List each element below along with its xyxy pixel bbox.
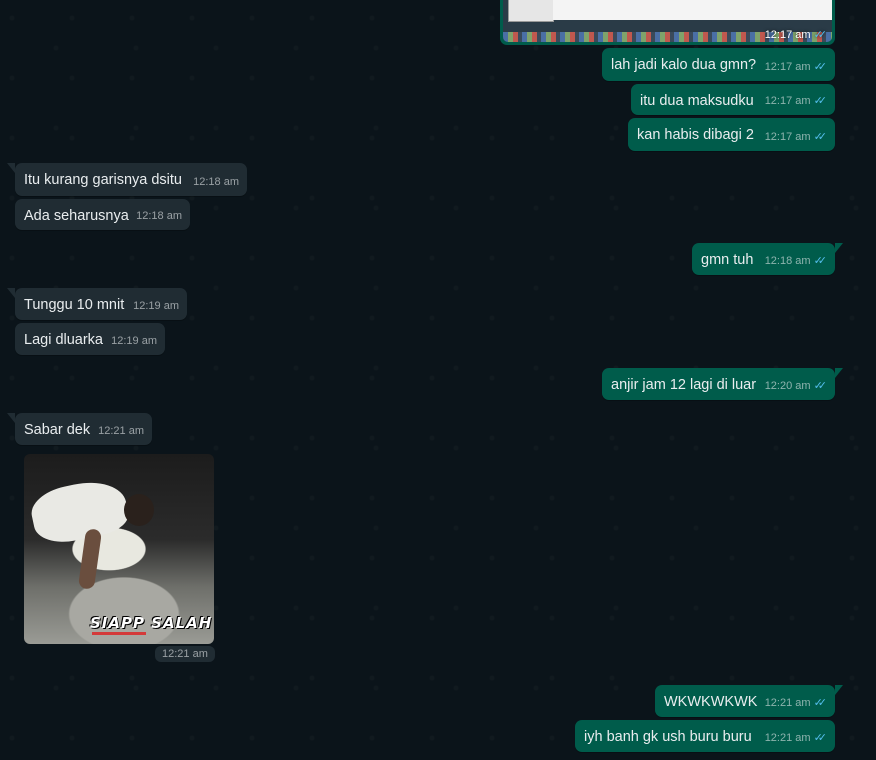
message-text: kan habis dibagi 2 xyxy=(637,127,754,143)
message-time: 12:17 am xyxy=(764,131,811,143)
sticker-time: 12:21 am xyxy=(155,646,215,662)
message-meta: 12:18 am xyxy=(136,206,182,226)
message-time: 12:17 am xyxy=(764,61,811,73)
message-meta: 12:18 am xyxy=(193,172,239,192)
message-text: Sabar dek xyxy=(24,422,91,438)
message-text: anjir jam 12 lagi di luar xyxy=(611,377,757,393)
outgoing-message[interactable]: gmn tuh 12:18 am ✓✓ xyxy=(692,243,843,275)
message-time: 12:18 am xyxy=(193,176,239,188)
message-text: itu dua maksudku xyxy=(640,93,754,109)
message-time: 12:18 am xyxy=(136,210,182,222)
message-meta: 12:21 am xyxy=(98,421,144,441)
message-text: Tunggu 10 mnit xyxy=(24,297,125,313)
message-time: 12:20 am xyxy=(764,380,811,392)
message-time: 12:17 am xyxy=(764,28,811,41)
message-meta: 12:17 am ✓✓ xyxy=(765,91,827,111)
message-text: WKWKWKWK xyxy=(664,694,758,710)
double-check-read-icon: ✓✓ xyxy=(813,380,828,392)
incoming-message[interactable]: Tunggu 10 mnit 12:19 am xyxy=(7,288,187,320)
document-thumbnail xyxy=(508,0,554,22)
message-text: lah jadi kalo dua gmn? xyxy=(611,57,757,73)
incoming-message[interactable]: Sabar dek 12:21 am xyxy=(7,413,152,445)
message-time: 12:19 am xyxy=(111,335,157,347)
sticker-figure-head xyxy=(124,494,154,526)
image-message[interactable]: 12:17 am ✓✓ xyxy=(500,0,835,45)
double-check-read-icon: ✓✓ xyxy=(813,131,828,143)
incoming-message[interactable]: Ada seharusnya 12:18 am xyxy=(15,199,190,230)
incoming-message[interactable]: Lagi dluarka 12:19 am xyxy=(15,323,165,355)
message-text: Lagi dluarka xyxy=(24,332,103,348)
double-check-read-icon: ✓✓ xyxy=(813,61,828,73)
outgoing-message[interactable]: lah jadi kalo dua gmn? 12:17 am ✓✓ xyxy=(602,48,835,81)
message-time: 12:21 am xyxy=(764,697,811,709)
double-check-read-icon: ✓✓ xyxy=(813,732,828,744)
message-text: iyh banh gk ush buru buru xyxy=(584,729,752,745)
message-time: 12:21 am xyxy=(98,425,144,437)
message-meta: 12:19 am xyxy=(133,296,179,316)
outgoing-message[interactable]: anjir jam 12 lagi di luar 12:20 am ✓✓ xyxy=(602,368,843,400)
double-check-read-icon: ✓✓ xyxy=(813,697,828,709)
message-text: gmn tuh xyxy=(701,252,754,268)
message-time: 12:18 am xyxy=(764,255,811,267)
outgoing-message[interactable]: kan habis dibagi 2 12:17 am ✓✓ xyxy=(628,118,835,151)
message-text: Ada seharusnya xyxy=(24,208,129,224)
sticker-caption: SIAPP SALAH xyxy=(90,614,213,632)
message-meta: 12:21 am ✓✓ xyxy=(765,693,827,713)
outgoing-message[interactable]: iyh banh gk ush buru buru 12:21 am ✓✓ xyxy=(575,720,835,752)
outgoing-message[interactable]: itu dua maksudku 12:17 am ✓✓ xyxy=(631,84,835,115)
message-meta: 12:21 am ✓✓ xyxy=(765,728,827,748)
message-time: 12:19 am xyxy=(133,300,179,312)
chat-panel[interactable]: 12:17 am ✓✓ lah jadi kalo dua gmn? 12:17… xyxy=(0,0,876,760)
double-check-read-icon: ✓✓ xyxy=(813,255,828,267)
outgoing-message[interactable]: WKWKWKWK 12:21 am ✓✓ xyxy=(655,685,843,717)
message-time: 12:17 am xyxy=(764,95,811,107)
message-meta: 12:17 am ✓✓ xyxy=(765,127,827,147)
message-meta: 12:20 am ✓✓ xyxy=(765,376,827,396)
message-meta: 12:17 am ✓✓ xyxy=(765,57,827,77)
sticker-figure-body xyxy=(27,474,132,549)
document-preview xyxy=(553,0,832,20)
message-meta: 12:17 am ✓✓ xyxy=(764,28,828,42)
sticker-message[interactable]: SIAPP SALAH xyxy=(24,454,214,644)
message-meta: 12:19 am xyxy=(111,331,157,351)
message-text: Itu kurang garisnya dsitu xyxy=(24,172,182,188)
double-check-read-icon: ✓✓ xyxy=(813,29,828,41)
message-meta: 12:18 am ✓✓ xyxy=(765,251,827,271)
sticker-underline xyxy=(92,632,146,635)
incoming-message[interactable]: Itu kurang garisnya dsitu 12:18 am xyxy=(7,163,247,196)
message-time: 12:21 am xyxy=(764,732,811,744)
double-check-read-icon: ✓✓ xyxy=(813,95,828,107)
